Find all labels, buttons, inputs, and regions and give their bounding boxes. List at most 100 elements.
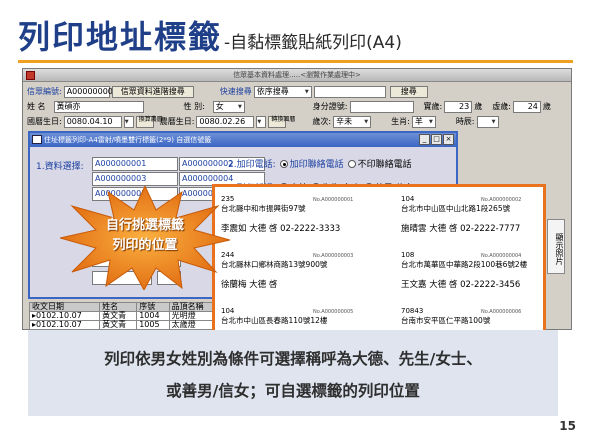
lunar-label: 農曆生日:: [159, 117, 195, 126]
label-address: 台北市中山區長春路110號12樓: [221, 316, 328, 325]
search-button[interactable]: 搜尋: [389, 85, 428, 98]
radio-empty-icon: [347, 159, 356, 168]
lunar-dropdown[interactable]: ▼: [256, 115, 267, 128]
name-label: 姓 名: [27, 102, 46, 111]
real-age-label: 實歲:: [423, 102, 443, 111]
caption-line2: 或善男/信女；可自選標籤的列印位置: [166, 382, 420, 400]
label-number: No.A000000002: [481, 197, 522, 203]
id-number-field[interactable]: [349, 100, 414, 113]
app-window-title: 信眾基本資料處理.....<瀏覽作業處理中>: [233, 71, 361, 79]
address-label[interactable]: 104 No.A000000005 台北市中山區長春路110號12樓: [221, 307, 381, 326]
convert-lunar-button[interactable]: 換算農曆: [135, 115, 163, 128]
hour-label: 時辰:: [455, 117, 475, 126]
callout-burst: 自行挑選標籤 列印的位置: [60, 186, 230, 290]
gender-select-value: 女: [215, 101, 224, 111]
zodiac-select[interactable]: 羊 ▼: [411, 115, 436, 128]
zodiac-label: 生肖:: [391, 117, 410, 126]
cell-seq: 1005: [136, 320, 170, 330]
zip-code: 104: [221, 307, 235, 315]
quick-search-input[interactable]: [313, 85, 386, 98]
lunar-field[interactable]: 0080.02.26: [196, 115, 255, 128]
print-phone-radio[interactable]: 加印聯絡電話: [279, 157, 344, 170]
real-age-unit: 歲: [474, 102, 483, 111]
convert-gregorian-button[interactable]: 轉換國曆: [268, 115, 295, 128]
id-cell[interactable]: A000000003: [92, 172, 178, 186]
address-label[interactable]: 70843 No.A000000006 台南市安平區仁平路100號: [401, 307, 546, 326]
label-preview: 235 No.A000000001 台北縣中和市振興街97號 李震如 大德 啓 …: [212, 184, 546, 334]
chevron-down-icon: ▼: [304, 88, 309, 95]
table-row[interactable]: ▸0102.10.07 黃文青 1005 太歲燈: [28, 320, 218, 330]
chevron-down-icon: ▼: [491, 118, 496, 125]
address-label[interactable]: 235 No.A000000001 台北縣中和市振興街97號 李震如 大德 啓 …: [221, 195, 381, 234]
minimize-icon[interactable]: _: [419, 134, 430, 145]
callout-line2: 列印的位置: [112, 238, 178, 253]
zip-code: 235: [221, 195, 235, 203]
real-age-field[interactable]: 23: [444, 100, 473, 113]
callout-text: 自行挑選標籤 列印的位置: [60, 216, 230, 256]
chevron-down-icon: ▼: [364, 118, 369, 125]
label-number: No.A000000001: [313, 197, 354, 203]
address-label[interactable]: 104 No.A000000002 台北市中山區中山北路1段265號 施晴雲 大…: [401, 195, 546, 234]
label-address: 台北市萬華區中華路2段100巷6號2樓: [401, 260, 528, 269]
show-photo-tab[interactable]: 顯示照片: [547, 219, 565, 274]
gender-label: 性 別:: [183, 102, 205, 111]
id-field[interactable]: A000000006: [63, 85, 118, 98]
gender-select[interactable]: 女 ▼: [212, 100, 245, 113]
gregorian-field[interactable]: 0080.04.10: [63, 115, 122, 128]
chevron-down-icon: ▼: [428, 118, 433, 125]
zodiac-select-value: 羊: [414, 116, 423, 126]
close-icon[interactable]: ×: [443, 134, 454, 145]
year-stem-label: 歲次:: [312, 117, 332, 126]
zip-code: 108: [401, 251, 415, 259]
slide-title-main: 列印地址標籤: [18, 18, 223, 56]
callout-line1: 自行挑選標籤: [105, 218, 184, 233]
date-value: 0102.10.07: [36, 320, 82, 329]
slide-title-sub: -自黏標籤貼紙列印(A4): [224, 33, 402, 53]
dialog-icon: [32, 135, 42, 144]
address-label[interactable]: 244 No.A000000003 台北縣林口鄉林商路13號900號 徐蘭梅 大…: [221, 251, 381, 290]
dialog-titlebar: 住址標籤列印-A4雷射/噴墨雙行標籤(2*9) 自選信號籤 _ □ ×: [30, 133, 456, 147]
page-number: 15: [559, 419, 576, 433]
label-recipient: 李震如 大德 啓 02-2222-3333: [221, 224, 341, 234]
id-cell[interactable]: A000000001: [92, 157, 178, 171]
id-number-label: 身分證號:: [312, 102, 348, 111]
title-divider: [18, 60, 573, 63]
date-value: 0102.10.07: [36, 311, 82, 320]
label-address: 台北市中山區中山北路1段265號: [401, 204, 511, 213]
label-number: No.A000000003: [313, 253, 354, 259]
phone-option-row: 2.加印電話: 加印聯絡電話 不印聯絡電話: [228, 157, 412, 170]
year-stem-select-value: 辛未: [336, 116, 353, 126]
app-titlebar: 信眾基本資料處理.....<瀏覽作業處理中>: [23, 69, 571, 82]
no-phone-label: 不印聯絡電話: [357, 160, 412, 170]
cell-name: 黃文青: [99, 320, 138, 330]
zip-code: 70843: [401, 307, 424, 315]
chevron-down-icon: ▼: [257, 118, 262, 125]
label-address: 台北縣林口鄉林商路13號900號: [221, 260, 328, 269]
quick-search-select[interactable]: 依序搜尋 ▼: [253, 85, 312, 98]
nominal-age-label: 虛歲:: [492, 102, 511, 111]
year-stem-select[interactable]: 辛未 ▼: [333, 115, 372, 128]
name-field[interactable]: 黃碩亦: [53, 100, 144, 113]
id-row: 信眾編號: A000000006 信眾資料進階搜尋 快速搜尋 依序搜尋 ▼ 搜尋: [27, 85, 428, 98]
label-recipient: 施晴雲 大德 啓 02-2222-7777: [401, 224, 521, 234]
nominal-age-field[interactable]: 24: [512, 100, 541, 113]
caption-box: 列印依男女姓別為條件可選擇稱呼為大德、先生/女士、 或善男/信女；可自選標籤的列…: [28, 330, 558, 416]
id-label: 信眾編號:: [27, 87, 62, 96]
nominal-age-unit: 歲: [542, 102, 551, 111]
zip-code: 244: [221, 251, 235, 259]
window-controls: _ □ ×: [419, 134, 454, 145]
label-recipient: 王文嘉 大德 啓 02-2222-3456: [401, 280, 521, 290]
label-number: No.A000000004: [481, 253, 522, 259]
no-phone-radio[interactable]: 不印聯絡電話: [347, 157, 412, 170]
step1-label: 1.資料選擇:: [36, 162, 84, 172]
label-address: 台北縣中和市振興街97號: [221, 204, 306, 213]
gregorian-dropdown[interactable]: ▼: [123, 115, 134, 128]
chevron-down-icon: ▼: [124, 118, 129, 125]
step2-label: 2.加印電話:: [228, 160, 276, 170]
birthday-row: 國曆生日: 0080.04.10 ▼ 換算農曆 農曆生日: 0080.02.26…: [27, 115, 499, 128]
advanced-search-button[interactable]: 信眾資料進階搜尋: [111, 85, 194, 98]
hour-select[interactable]: ▼: [476, 115, 499, 128]
address-label[interactable]: 108 No.A000000004 台北市萬華區中華路2段100巷6號2樓 王文…: [401, 251, 546, 290]
maximize-icon[interactable]: □: [431, 134, 442, 145]
cell-item: 太歲燈: [168, 320, 218, 330]
